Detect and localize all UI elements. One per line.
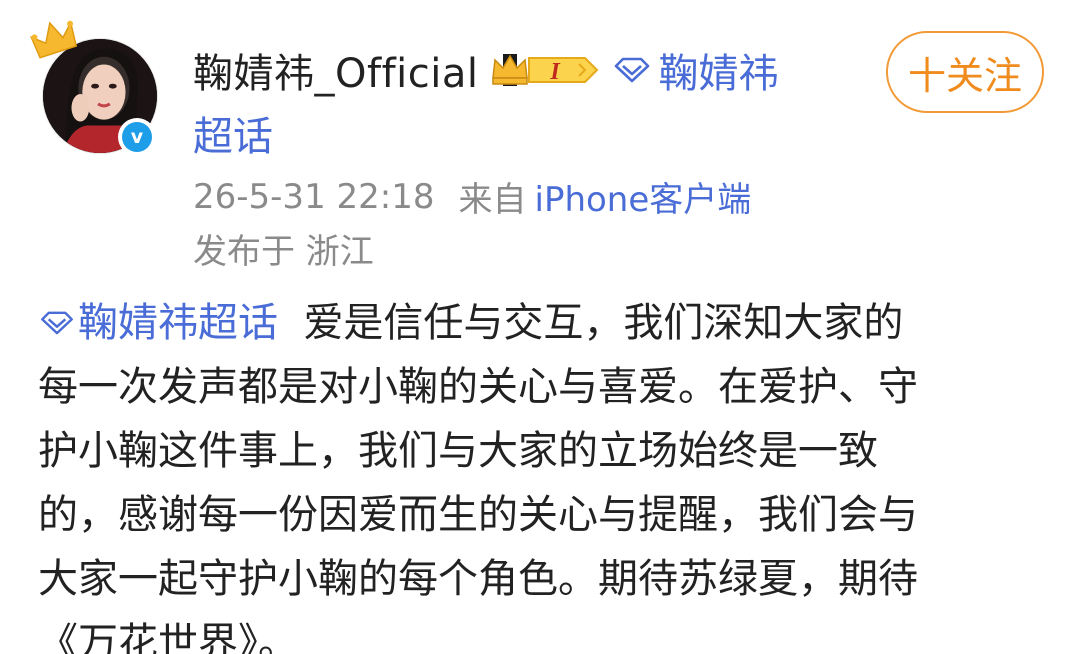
- verified-badge: v: [118, 118, 156, 156]
- source-prefix: 来自: [458, 180, 527, 220]
- verified-v-icon: v: [122, 122, 152, 152]
- body-line: 鞠婧祎超话 爱是信任与交互，我们深知大家的: [38, 291, 1048, 355]
- crown-icon: [30, 20, 78, 59]
- author-username[interactable]: 鞠婧祎_Official: [193, 41, 479, 99]
- post-location: 发布于 浙江: [193, 232, 374, 272]
- post-body-text: 鞠婧祎超话 爱是信任与交互，我们深知大家的 每一次发声都是对小鞠的关心与喜爱。在…: [38, 291, 1048, 654]
- post-source-link[interactable]: iPhone客户端: [535, 172, 752, 221]
- supertopic-label: 鞠婧祎: [658, 51, 779, 97]
- body-line: 大家一起守护小鞠的每个角色。期待苏绿夏，期待: [38, 556, 918, 602]
- follow-button[interactable]: 十关注: [886, 31, 1044, 113]
- vip-level-text: I: [549, 59, 561, 85]
- topic-tag-link[interactable]: 鞠婧祎超话: [38, 300, 278, 346]
- author-name-line: 鞠婧祎_Official I 鞠婧祎: [193, 40, 779, 100]
- diamond-icon: [614, 57, 649, 83]
- body-line: 每一次发声都是对小鞠的关心与喜爱。在爱护、守: [38, 364, 918, 410]
- supertopic-label-suffix[interactable]: 超话: [193, 104, 273, 162]
- post-meta: 26-5-31 22:18 来自 iPhone客户端: [193, 172, 751, 221]
- body-line: 《万花世界》。: [38, 620, 298, 654]
- post-timestamp: 26-5-31 22:18: [193, 176, 435, 217]
- body-text-segment: 爱是信任与交互，我们深知大家的: [303, 300, 904, 346]
- topic-tag-label: 鞠婧祎超话: [78, 300, 278, 346]
- diamond-icon: [41, 311, 73, 335]
- body-line: 护小鞠这件事上，我们与大家的立场始终是一致: [38, 428, 878, 474]
- author-avatar-container[interactable]: v: [30, 20, 164, 156]
- supertopic-link[interactable]: 鞠婧祎: [613, 41, 779, 99]
- vip-level-badge[interactable]: I: [489, 48, 601, 92]
- body-line: 的，感谢每一份因爱而生的关心与提醒，我们会与: [38, 492, 918, 538]
